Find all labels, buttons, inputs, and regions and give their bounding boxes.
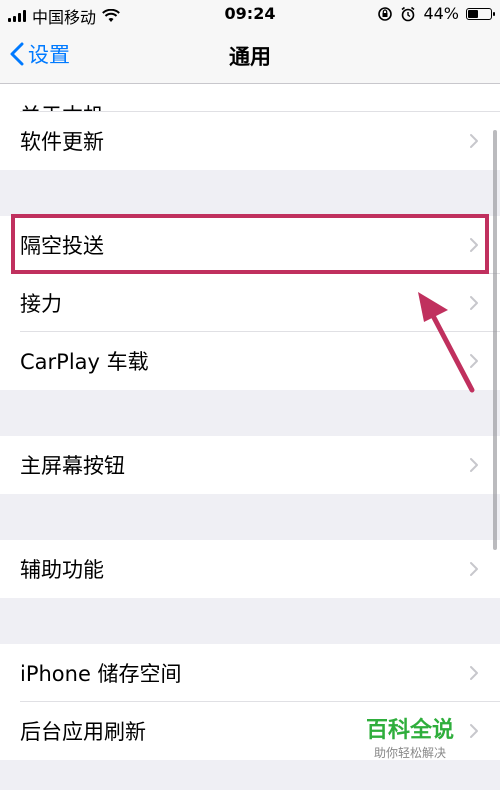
- page-title: 通用: [229, 45, 271, 69]
- list-item-label: iPhone 储存空间: [20, 662, 182, 686]
- chevron-right-icon: [470, 134, 478, 148]
- section-gap: [0, 598, 500, 644]
- list-item-carplay[interactable]: CarPlay 车载: [0, 332, 500, 390]
- list-item-label: 辅助功能: [20, 558, 104, 582]
- battery-fill: [468, 9, 478, 18]
- watermark-brand: 百科全说: [365, 718, 454, 743]
- battery-icon: [466, 7, 495, 20]
- list-item-label: 后台应用刷新: [20, 720, 146, 744]
- navigation-bar: 设置 通用: [0, 28, 500, 84]
- list-item-software-update[interactable]: 软件更新: [0, 112, 500, 170]
- list-item-label: CarPlay 车载: [20, 350, 149, 374]
- list-item-accessibility[interactable]: 辅助功能: [0, 540, 500, 598]
- list-item-label: 隔空投送: [20, 234, 104, 258]
- status-right: 44%: [377, 4, 495, 23]
- watermark-slogan: 助你轻松解决: [373, 746, 446, 760]
- chevron-right-icon: [470, 562, 478, 576]
- list-item-iphone-storage[interactable]: iPhone 储存空间: [0, 644, 500, 702]
- section-gap: [0, 170, 500, 216]
- watermark-logo: 百科全说 助你轻松解决: [350, 712, 470, 761]
- list-item-label: 软件更新: [20, 130, 104, 154]
- section-gap: [0, 494, 500, 540]
- alarm-icon: [401, 6, 415, 21]
- list-item-about[interactable]: 关于本机: [0, 84, 500, 112]
- orientation-lock-icon: [378, 6, 393, 21]
- settings-list[interactable]: 关于本机 软件更新 隔空投送 接力 CarPlay 车载 主屏幕按钮 辅助功能 …: [0, 84, 500, 790]
- scrollbar[interactable]: [493, 130, 497, 550]
- chevron-right-icon: [470, 458, 478, 472]
- chevron-right-icon: [470, 666, 478, 680]
- status-bar: 中国移动 09:24 44%: [0, 0, 500, 28]
- list-item-home-button[interactable]: 主屏幕按钮: [0, 436, 500, 494]
- list-item-label: 主屏幕按钮: [20, 454, 125, 478]
- list-item-handoff[interactable]: 接力: [0, 274, 500, 332]
- chevron-right-icon: [470, 296, 478, 310]
- list-item-airdrop[interactable]: 隔空投送: [0, 216, 500, 274]
- chevron-right-icon: [470, 354, 478, 368]
- section-gap: [0, 390, 500, 436]
- list-item-label: 接力: [20, 292, 62, 316]
- chevron-right-icon: [470, 238, 478, 252]
- battery-percent: 44%: [423, 4, 459, 23]
